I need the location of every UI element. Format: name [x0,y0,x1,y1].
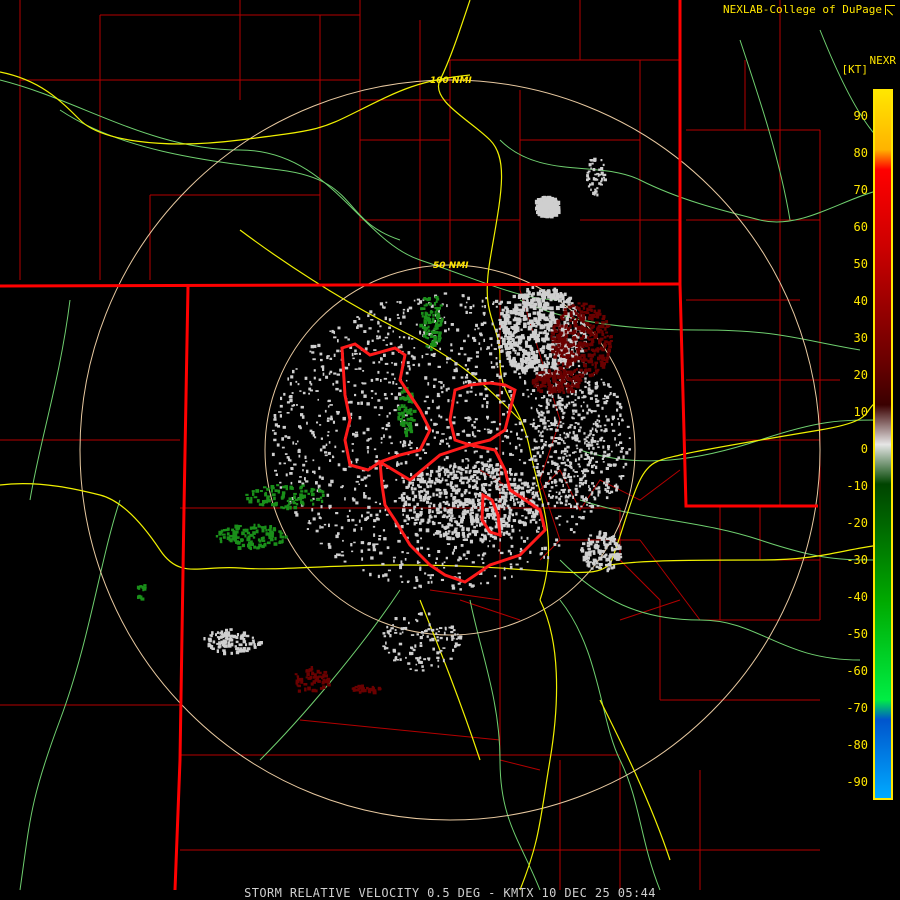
legend-tick-label: 0 [860,442,868,456]
legend-tick-label: -40 [846,590,868,604]
legend-tick-label: -90 [846,775,868,789]
ring-label-50: 50 NMI [433,261,469,271]
product-footer: STORM RELATIVE VELOCITY 0.5 DEG - KMTX 1… [244,886,656,900]
radar-display: 50 NMI 100 NMI NEXLAB-College of DuPage … [0,0,900,900]
legend-tick-label: 10 [853,405,868,419]
legend-product-label: NEXR [869,54,897,67]
roads [0,29,881,891]
highways [0,0,881,891]
legend-tick-label: -70 [846,701,868,715]
legend-tick-label: -50 [846,627,868,641]
legend-tick-label: -10 [846,479,868,493]
velocity-colorbar [873,89,893,800]
legend-tick-label: 80 [853,146,868,160]
county-borders [0,0,840,890]
legend-tick-label: -60 [846,664,868,678]
legend-tick-label: -30 [846,553,868,567]
radar-map: 50 NMI 100 NMI [0,0,881,891]
external-link-icon[interactable] [885,5,895,15]
legend-unit-label: [KT] [841,63,869,76]
legend-tick-label: 20 [853,368,868,382]
credit-label: NEXLAB-College of DuPage [723,3,882,16]
legend-tick-label: -20 [846,516,868,530]
legend-tick-label: 70 [853,183,868,197]
legend-tick-label: -80 [846,738,868,752]
legend-tick-label: 50 [853,257,868,271]
legend-tick-label: 90 [853,109,868,123]
legend-tick-label: 30 [853,331,868,345]
legend-tick-label: 40 [853,294,868,308]
legend-tick-label: 60 [853,220,868,234]
